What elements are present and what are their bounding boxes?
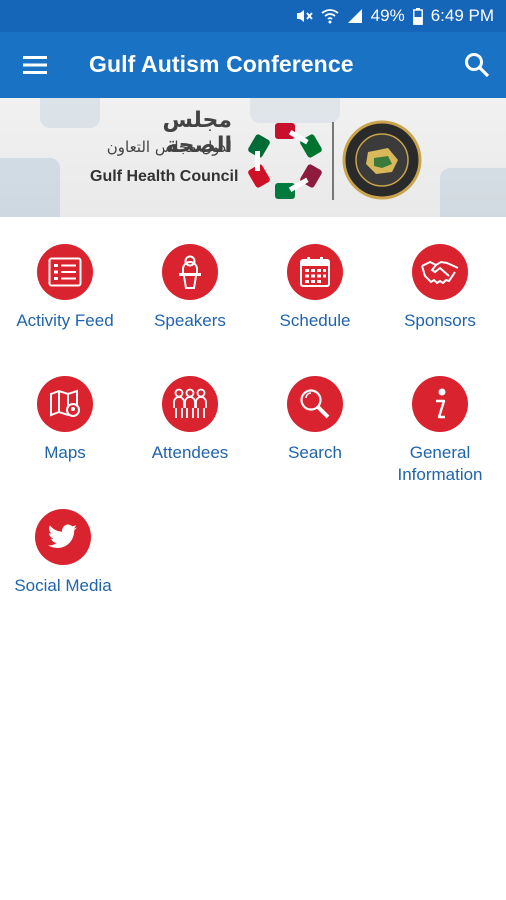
gcc-seal-logo xyxy=(342,120,422,200)
attendees-icon xyxy=(162,376,218,432)
calendar-icon xyxy=(287,244,343,300)
tile-speakers[interactable]: Speakers xyxy=(127,244,253,332)
tile-label: Maps xyxy=(44,443,86,462)
battery-icon xyxy=(412,7,423,25)
tile-label: Social Media xyxy=(14,576,112,595)
tile-label: Speakers xyxy=(154,311,226,330)
council-name-english: Gulf Health Council xyxy=(90,168,239,185)
search-icon[interactable] xyxy=(464,52,490,78)
twitter-icon xyxy=(35,509,91,565)
tile-label: Activity Feed xyxy=(16,311,114,330)
speaker-icon xyxy=(162,244,218,300)
gcc-flags-logo xyxy=(248,123,322,199)
tile-sponsors[interactable]: Sponsors xyxy=(377,244,503,332)
tile-label: Schedule xyxy=(279,311,351,330)
tile-label: Sponsors xyxy=(404,311,476,330)
puzzle-decoration xyxy=(0,158,60,217)
mute-icon xyxy=(295,8,313,24)
council-subtitle-arabic: لدول مجلس التعاون xyxy=(106,138,232,156)
map-icon xyxy=(37,376,93,432)
tile-attendees[interactable]: Attendees xyxy=(127,376,253,464)
tile-label: General Information xyxy=(397,443,483,484)
banner-divider xyxy=(332,122,334,200)
activity-feed-icon xyxy=(37,244,93,300)
conference-banner: مجلس الصحة لدول مجلس التعاون Gulf Health… xyxy=(0,98,506,217)
tile-general-information[interactable]: General Information xyxy=(377,376,503,486)
tile-label: Attendees xyxy=(151,443,229,462)
tile-search[interactable]: Search xyxy=(252,376,378,464)
tile-social-media[interactable]: Social Media xyxy=(0,509,126,597)
search-icon xyxy=(287,376,343,432)
info-icon xyxy=(412,376,468,432)
tile-label: Search xyxy=(288,443,342,462)
app-bar: Gulf Autism Conference xyxy=(0,32,506,98)
wifi-icon xyxy=(321,8,339,24)
tile-activity-feed[interactable]: Activity Feed xyxy=(2,244,128,332)
clock: 6:49 PM xyxy=(430,6,494,25)
battery-percent: 49% xyxy=(370,6,405,25)
tile-schedule[interactable]: Schedule xyxy=(252,244,378,332)
tile-maps[interactable]: Maps xyxy=(2,376,128,464)
handshake-icon xyxy=(412,244,468,300)
menu-icon[interactable] xyxy=(22,52,48,78)
signal-icon xyxy=(347,8,363,24)
puzzle-decoration xyxy=(440,168,506,217)
puzzle-decoration xyxy=(40,98,100,128)
page-title: Gulf Autism Conference xyxy=(89,51,354,77)
status-bar: 49% 6:49 PM xyxy=(0,0,506,32)
